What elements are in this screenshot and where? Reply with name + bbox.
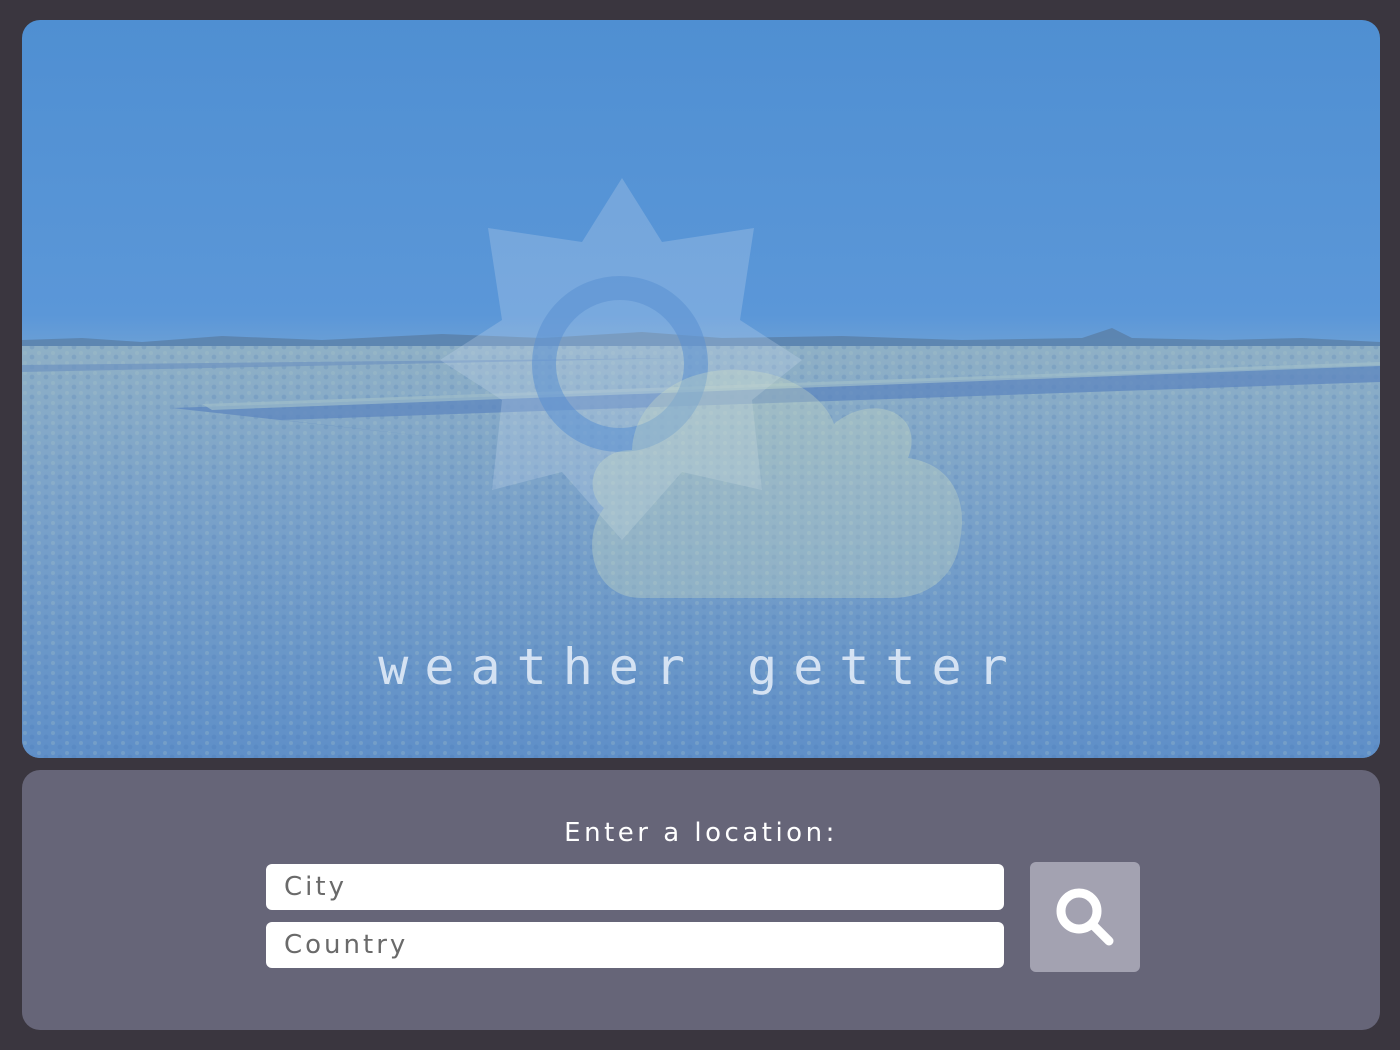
search-icon xyxy=(1056,888,1114,946)
search-button[interactable] xyxy=(1030,862,1140,972)
app-title: weather getter xyxy=(378,638,1024,696)
location-prompt: Enter a location: xyxy=(564,818,838,848)
country-input[interactable] xyxy=(266,922,1004,968)
hero-banner: weather getter xyxy=(22,20,1380,758)
city-input[interactable] xyxy=(266,864,1004,910)
location-search-panel: Enter a location: xyxy=(22,770,1380,1030)
